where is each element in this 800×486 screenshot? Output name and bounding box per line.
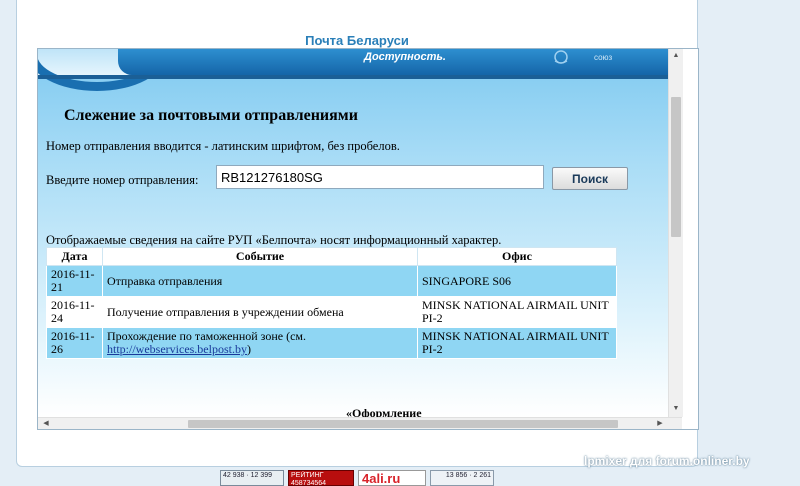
tracking-number-input[interactable]: RB121276180SG — [216, 165, 544, 189]
rating-badge[interactable]: РЕЙТИНГ 458734564 — [288, 470, 354, 486]
header-date: Дата — [46, 247, 103, 266]
arrow-down-icon[interactable]: ▼ — [670, 404, 682, 414]
arrow-left-icon[interactable]: ◀ — [40, 419, 52, 429]
vertical-scroll-thumb[interactable] — [671, 97, 681, 237]
tracking-results-table: Дата Событие Офис 2016-11-21 Отправка от… — [46, 247, 617, 359]
arrow-right-icon[interactable]: ▶ — [654, 419, 666, 429]
disclaimer-text: Отображаемые сведения на сайте РУП «Белп… — [46, 233, 502, 247]
frame-title: Почта Беларуси — [305, 33, 409, 48]
search-button[interactable]: Поиск — [552, 167, 628, 190]
counter-badges: 42 938 · 12 399 РЕЙТИНГ 458734564 4ali.r… — [220, 470, 500, 486]
cell-date: 2016-11-24 — [46, 296, 103, 328]
cell-event: Отправка отправления — [102, 265, 418, 297]
event-text: Прохождение по таможенной зоне (см. — [107, 329, 306, 343]
tracking-input-label: Введите номер отправления: — [46, 173, 199, 187]
site-badge[interactable]: 4ali.ru — [358, 470, 426, 486]
watermark: lpmixer для forum.onliner.by — [584, 454, 750, 468]
cell-date: 2016-11-26 — [46, 327, 103, 359]
cell-event: Получение отправления в учреждении обмен… — [102, 296, 418, 328]
cell-office: MINSK NATIONAL AIRMAIL UNIT PI-2 — [417, 327, 617, 359]
webservices-link[interactable]: http://webservices.belpost.by — [107, 342, 247, 356]
page-title: Слежение за почтовыми отправлениями — [64, 107, 358, 124]
header-event: Событие — [102, 247, 418, 266]
embedded-tracking-frame: Доступность. союз Слежение за почтовыми … — [37, 48, 699, 430]
counter-badge[interactable]: 42 938 · 12 399 — [220, 470, 284, 486]
arrow-up-icon[interactable]: ▲ — [670, 51, 682, 61]
banner-slogan: Доступность. — [364, 51, 446, 63]
emblem-icon — [554, 50, 568, 64]
forum-post-panel: Почта Беларуси Доступность. союз Слежени… — [16, 0, 699, 467]
table-row: 2016-11-24 Получение отправления в учреж… — [46, 296, 617, 328]
table-header-row: Дата Событие Офис — [46, 247, 617, 266]
emblem-label: союз — [594, 53, 613, 62]
banner-edge — [38, 75, 668, 79]
site-banner: Доступность. союз — [38, 49, 668, 91]
input-hint: Номер отправления вводится - латинским ш… — [46, 139, 400, 153]
horizontal-scrollbar[interactable]: ◀ ▶ — [38, 417, 682, 429]
header-office: Офис — [417, 247, 617, 266]
event-suffix: ) — [246, 342, 251, 356]
section-heading: «Оформление — [346, 406, 422, 417]
cell-office: SINGAPORE S06 — [417, 265, 617, 297]
frame-viewport: Доступность. союз Слежение за почтовыми … — [38, 49, 668, 417]
vertical-scrollbar[interactable]: ▲ ▼ — [668, 49, 683, 417]
cell-event: Прохождение по таможенной зоне (см. http:… — [102, 327, 418, 359]
table-row: 2016-11-21 Отправка отправления SINGAPOR… — [46, 265, 617, 297]
table-row: 2016-11-26 Прохождение по таможенной зон… — [46, 327, 617, 359]
cell-date: 2016-11-21 — [46, 265, 103, 297]
stats-badge[interactable]: 13 856 · 2 261 — [430, 470, 494, 486]
horizontal-scroll-thumb[interactable] — [188, 420, 618, 428]
cell-office: MINSK NATIONAL AIRMAIL UNIT PI-2 — [417, 296, 617, 328]
